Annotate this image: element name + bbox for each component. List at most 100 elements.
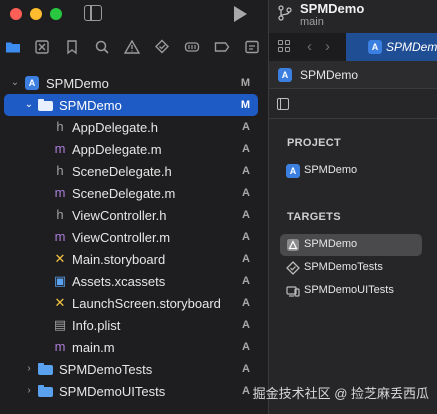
tree-item-label: ViewController.m <box>72 229 171 245</box>
tree-item-label: SPMDemo <box>46 75 109 91</box>
forward-icon[interactable]: › <box>325 38 330 55</box>
debug-icon[interactable] <box>184 39 200 55</box>
grid-icon[interactable] <box>278 40 292 54</box>
issue-icon[interactable] <box>124 39 140 55</box>
folder-icon[interactable] <box>5 39 21 55</box>
tree-row-file[interactable]: m SceneDelegate.m A <box>4 182 258 204</box>
folder-icon <box>38 383 54 399</box>
storyboard-icon: ✕ <box>54 251 66 266</box>
tree-item-label: SPMDemo <box>59 97 122 113</box>
tree-item-label: Info.plist <box>72 317 121 333</box>
target-label: SPMDemoUITests <box>304 284 394 296</box>
source-file-icon: m <box>54 185 66 200</box>
tree-row-file[interactable]: ▣ Assets.xcassets A <box>4 270 258 292</box>
watermark: 掘金技术社区 @ 捡芝麻丢西瓜 <box>252 386 429 401</box>
tree-item-label: ViewController.h <box>72 207 167 223</box>
chevron-down-icon[interactable]: ⌄ <box>10 78 20 88</box>
target-label: SPMDemoTests <box>304 261 383 273</box>
breakpoint-icon[interactable] <box>214 39 230 55</box>
status-badge: A <box>242 319 250 331</box>
project-list-item[interactable]: SPMDemo <box>280 160 422 182</box>
source-control-icon[interactable] <box>34 39 50 55</box>
branch-icon <box>278 5 292 21</box>
status-badge: A <box>242 275 250 287</box>
status-badge: A <box>242 209 250 221</box>
tree-row-tests-folder[interactable]: › SPMDemoTests A <box>4 358 258 380</box>
project-item-label: SPMDemo <box>304 164 358 176</box>
run-button[interactable] <box>234 6 247 22</box>
tab-spmdemo[interactable]: SPMDemo <box>346 33 437 61</box>
tree-row-file[interactable]: m AppDelegate.m A <box>4 138 258 160</box>
navigator-selector-bar <box>0 36 268 58</box>
storyboard-icon: ✕ <box>54 295 66 310</box>
tree-row-file[interactable]: ✕ LaunchScreen.storyboard A <box>4 292 258 314</box>
bookmark-icon[interactable] <box>64 39 80 55</box>
back-icon[interactable]: ‹ <box>307 38 312 55</box>
tree-item-label: AppDelegate.h <box>72 119 159 135</box>
tree-row-app-folder[interactable]: ⌄ SPMDemo M <box>4 94 258 116</box>
test-target-icon <box>286 261 300 275</box>
tree-row-file[interactable]: h SceneDelegate.h A <box>4 160 258 182</box>
find-icon[interactable] <box>94 39 110 55</box>
target-label: SPMDemo <box>304 238 358 250</box>
asset-catalog-icon: ▣ <box>53 273 67 288</box>
tab-label: SPMDemo <box>386 40 437 54</box>
tree-row-file[interactable]: m main.m A <box>4 336 258 358</box>
chevron-right-icon[interactable]: › <box>24 386 34 396</box>
project-section-heading: PROJECT <box>287 137 342 149</box>
status-badge: A <box>242 143 250 155</box>
panel-toggle-icon[interactable] <box>277 98 289 110</box>
header-file-icon: h <box>56 207 64 222</box>
tree-row-uitests-folder[interactable]: › SPMDemoUITests A <box>4 380 258 402</box>
status-badge: A <box>242 253 250 265</box>
sidebar-toggle-icon[interactable] <box>84 5 102 21</box>
status-badge: A <box>242 341 250 353</box>
tree-item-label: Main.storyboard <box>72 251 166 267</box>
status-badge: A <box>242 187 250 199</box>
title-bar <box>0 0 268 30</box>
tree-row-file[interactable]: ✕ Main.storyboard A <box>4 248 258 270</box>
app-target-icon <box>286 238 300 252</box>
source-file-icon: m <box>54 229 66 244</box>
divider <box>269 118 437 119</box>
tree-item-label: AppDelegate.m <box>72 141 162 157</box>
source-file-icon: m <box>54 141 66 156</box>
status-badge: A <box>242 385 250 397</box>
test-icon[interactable] <box>154 39 170 55</box>
zoom-window-button[interactable] <box>50 8 62 20</box>
tree-row-file[interactable]: h AppDelegate.h A <box>4 116 258 138</box>
tree-row-file[interactable]: ▤ Info.plist A <box>4 314 258 336</box>
project-icon <box>278 68 292 82</box>
chevron-right-icon[interactable]: › <box>24 364 34 374</box>
jump-bar[interactable]: SPMDemo <box>269 61 437 89</box>
tree-item-label: main.m <box>72 339 115 355</box>
project-title[interactable]: SPMDemo <box>300 1 364 16</box>
target-item-tests[interactable]: SPMDemoTests <box>280 257 422 279</box>
tree-row-file[interactable]: m ViewController.m A <box>4 226 258 248</box>
status-badge: A <box>242 231 250 243</box>
status-badge: A <box>242 297 250 309</box>
minimize-window-button[interactable] <box>30 8 42 20</box>
tree-row-project[interactable]: ⌄ SPMDemo M <box>4 72 258 94</box>
target-item-uitests[interactable]: SPMDemoUITests <box>280 280 422 302</box>
tree-item-label: Assets.xcassets <box>72 273 166 289</box>
navigator-pane: ⌄ SPMDemo M ⌄ SPMDemo M h AppDelegate.h … <box>0 0 268 414</box>
tree-item-label: SceneDelegate.m <box>72 185 176 201</box>
tree-item-label: SPMDemoUITests <box>59 383 166 399</box>
folder-icon <box>38 361 54 377</box>
tree-row-file[interactable]: h ViewController.h A <box>4 204 258 226</box>
header-file-icon: h <box>56 119 64 134</box>
jump-bar-item[interactable]: SPMDemo <box>300 68 358 82</box>
editor-pane: SPMDemo main ‹ › SPMDemo SPMDemo PROJECT… <box>269 0 437 414</box>
tree-item-label: SPMDemoTests <box>59 361 153 377</box>
source-file-icon: m <box>54 339 66 354</box>
close-window-button[interactable] <box>10 8 22 20</box>
chevron-down-icon[interactable]: ⌄ <box>24 100 34 110</box>
tree-item-label: SceneDelegate.h <box>72 163 172 179</box>
branch-name[interactable]: main <box>300 16 324 28</box>
status-badge: A <box>242 165 250 177</box>
status-badge: M <box>240 99 250 111</box>
ui-test-target-icon <box>286 284 300 298</box>
report-icon[interactable] <box>244 39 260 55</box>
target-item-app[interactable]: SPMDemo <box>280 234 422 256</box>
